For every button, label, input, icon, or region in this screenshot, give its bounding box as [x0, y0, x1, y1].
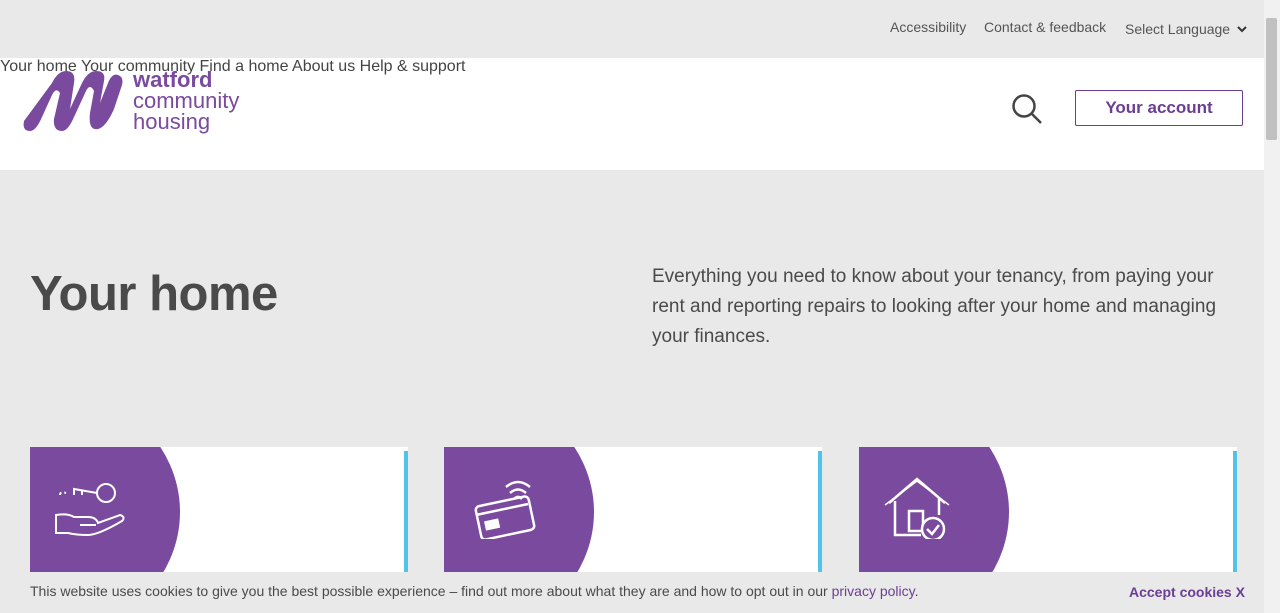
- feature-card[interactable]: [859, 447, 1237, 577]
- site-logo[interactable]: watford community housing: [20, 69, 260, 139]
- card-accent-stripe: [1233, 451, 1237, 577]
- site-header: watford community housing Your home Your…: [0, 58, 1264, 170]
- contactless-card-icon: [474, 480, 536, 539]
- logo-line-3: housing: [133, 109, 211, 134]
- language-select-label: Select Language: [1125, 21, 1231, 37]
- feature-card[interactable]: [444, 447, 822, 577]
- top-utility-bar: Accessibility Contact & feedback Select …: [0, 0, 1264, 58]
- cookie-banner: This website uses cookies to give you th…: [0, 572, 1264, 613]
- house-check-icon: [884, 477, 950, 539]
- page-description: Everything you need to know about your t…: [652, 266, 1217, 347]
- logo-line-1: watford: [133, 67, 213, 92]
- scrollbar-thumb[interactable]: [1266, 18, 1277, 140]
- logo-wordmark: watford community housing: [133, 67, 240, 134]
- cookie-message-suffix: .: [914, 583, 919, 599]
- accept-cookies-button[interactable]: Accept cookies X: [1129, 584, 1245, 600]
- feature-card[interactable]: [30, 447, 408, 577]
- logo-line-2: community: [133, 88, 240, 113]
- logo-mark-icon: [23, 71, 123, 131]
- cookie-message: This website uses cookies to give you th…: [30, 583, 918, 599]
- accessibility-link[interactable]: Accessibility: [890, 19, 966, 35]
- your-account-button[interactable]: Your account: [1075, 90, 1243, 126]
- nav-item-about-us[interactable]: About us: [292, 58, 355, 75]
- language-select[interactable]: Select Language: [1125, 21, 1248, 37]
- privacy-policy-link[interactable]: privacy policy: [832, 583, 915, 599]
- cookie-message-text: This website uses cookies to give you th…: [30, 583, 832, 599]
- nav-item-help-support[interactable]: Help & support: [360, 58, 466, 75]
- contact-feedback-link[interactable]: Contact & feedback: [984, 19, 1106, 35]
- page-title: Your home: [30, 267, 278, 321]
- chevron-down-icon: [1237, 26, 1247, 33]
- scrollbar[interactable]: [1264, 0, 1280, 613]
- card-accent-stripe: [404, 451, 408, 577]
- hand-key-icon: [55, 483, 125, 537]
- search-icon[interactable]: [1011, 93, 1043, 125]
- card-accent-stripe: [818, 451, 822, 577]
